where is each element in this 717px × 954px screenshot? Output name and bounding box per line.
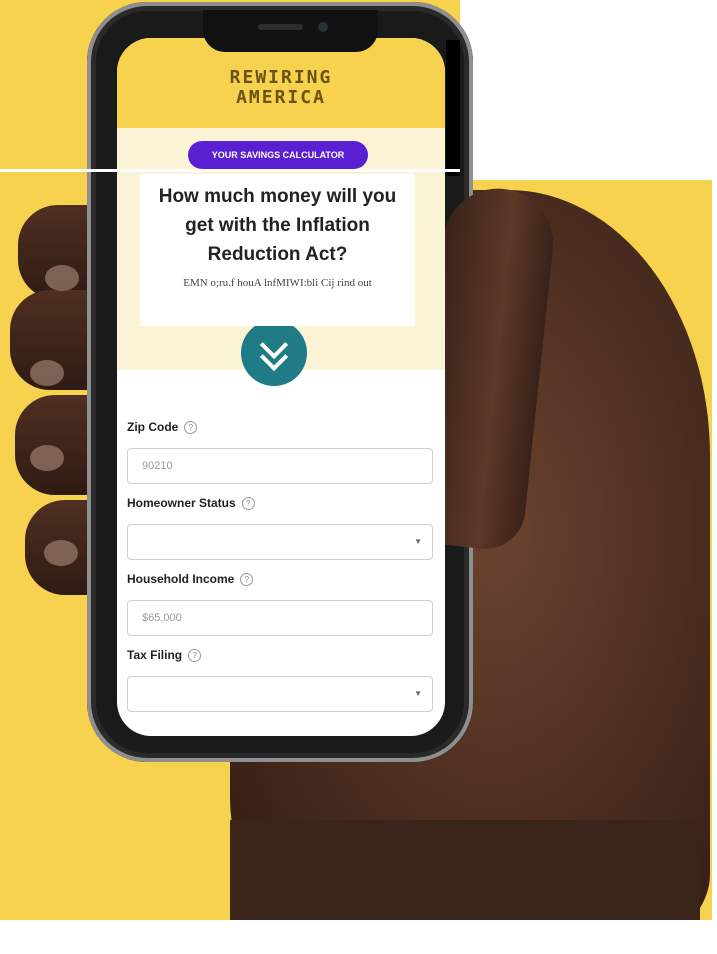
rewiring-america-logo: REWIRING AMERICA (117, 68, 445, 108)
headline-overlay: How much money will you get with the Inf… (140, 174, 415, 326)
overlay-divider (0, 169, 460, 172)
zip-code-label: Zip Code ? (127, 418, 433, 436)
overlay-subtext: EMN o;ru.f houA lnfMIWI:bli Cij rind out (183, 277, 372, 289)
help-icon[interactable]: ? (188, 648, 202, 662)
savings-calculator-button[interactable]: YOUR SAVINGS CALCULATOR (188, 141, 368, 169)
homeowner-status-select[interactable]: ▼ (127, 524, 433, 560)
calculator-form: Zip Code ? 90210 Homeowner Status ? ▼ Ho… (127, 418, 433, 722)
zip-code-label-text: Zip Code (127, 420, 179, 434)
tax-filing-label-text: Tax Filing (127, 648, 183, 662)
logo-line-2: AMERICA (236, 87, 326, 108)
help-icon[interactable]: ? (240, 572, 254, 586)
homeowner-status-label-text: Homeowner Status (127, 496, 236, 510)
bottom-white-strip (0, 920, 717, 954)
phone-screen: REWIRING AMERICA YOUR SAVINGS CALCULATOR… (117, 38, 445, 736)
fingernail (30, 360, 64, 386)
front-camera-icon (318, 22, 328, 32)
help-icon[interactable]: ? (184, 420, 198, 434)
tax-filing-label: Tax Filing ? (127, 646, 433, 664)
screen-edge-bar (446, 40, 460, 176)
household-income-label: Household Income ? (127, 570, 433, 588)
household-income-label-text: Household Income (127, 572, 235, 586)
dropdown-caret-icon: ▼ (414, 689, 422, 698)
homeowner-status-label: Homeowner Status ? (127, 494, 433, 512)
phone-notch (203, 10, 378, 52)
speaker-grille (258, 24, 303, 30)
fingernail (44, 540, 78, 566)
logo-line-1: REWIRING (229, 67, 333, 88)
tax-filing-select[interactable]: ▼ (127, 676, 433, 712)
fingernail (45, 265, 79, 291)
headline: How much money will you get with the Inf… (158, 186, 397, 265)
household-income-input[interactable]: $65,000 (127, 600, 433, 636)
chevron-double-down-icon[interactable] (241, 320, 307, 386)
dropdown-caret-icon: ▼ (414, 537, 422, 546)
help-icon[interactable]: ? (241, 496, 255, 510)
fingernail (30, 445, 64, 471)
zip-code-input[interactable]: 90210 (127, 448, 433, 484)
